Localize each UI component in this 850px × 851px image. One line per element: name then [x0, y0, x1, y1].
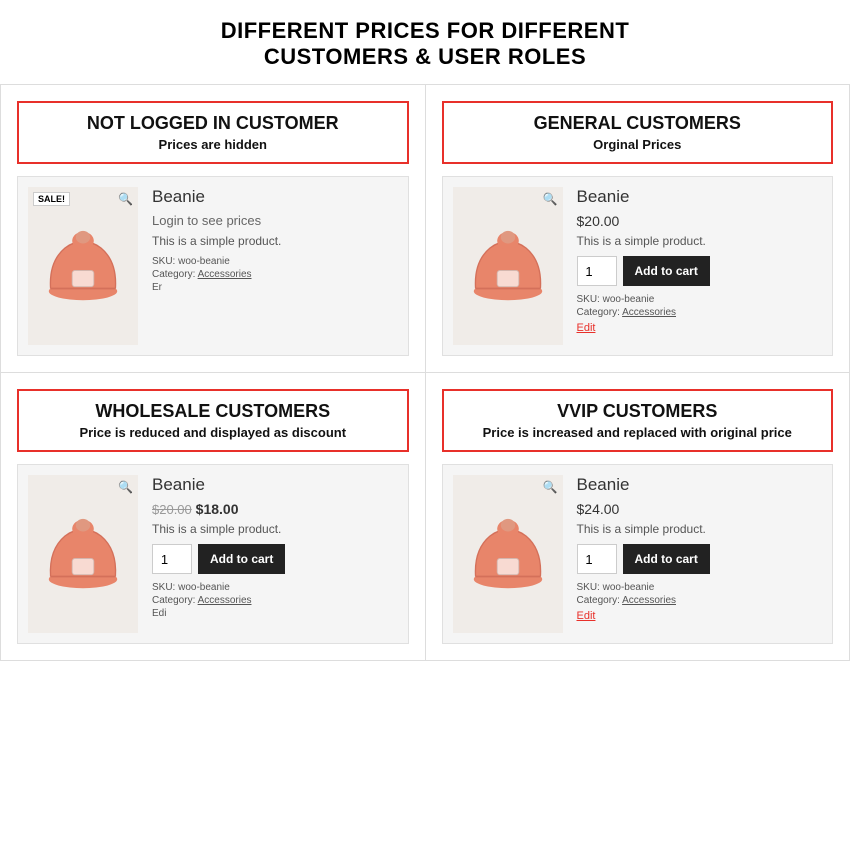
product-card-vvip: 🔍 Beanie $24.00 This is a simple product…	[442, 464, 834, 644]
role-title-general-customers: GENERAL CUSTOMERS	[458, 113, 818, 134]
beanie-image-vvip	[463, 509, 553, 599]
add-to-cart-vvip[interactable]: Add to cart	[623, 544, 710, 574]
price-general: $20.00	[577, 213, 823, 229]
role-sub-wholesale: Price is reduced and displayed as discou…	[33, 425, 393, 440]
zoom-icon[interactable]: 🔍	[118, 192, 133, 206]
product-description-not-logged-in: This is a simple product.	[152, 234, 398, 248]
product-name-vvip: Beanie	[577, 475, 823, 495]
beanie-image-general	[463, 221, 553, 311]
product-image-vvip: 🔍	[453, 475, 563, 633]
product-info-general-customers: Beanie $20.00 This is a simple product. …	[577, 187, 823, 345]
add-to-cart-row-vvip: Add to cart	[577, 544, 823, 574]
add-to-cart-row-general: Add to cart	[577, 256, 823, 286]
label-box-not-logged-in: NOT LOGGED IN CUSTOMER Prices are hidden	[17, 101, 409, 164]
add-to-cart-general[interactable]: Add to cart	[623, 256, 710, 286]
beanie-image-wholesale	[38, 509, 128, 599]
role-sub-general-customers: Orginal Prices	[458, 137, 818, 152]
cell-not-logged-in: NOT LOGGED IN CUSTOMER Prices are hidden…	[1, 85, 426, 373]
edit-link-vvip[interactable]: Edit	[577, 610, 823, 622]
role-sub-vvip: Price is increased and replaced with ori…	[458, 425, 818, 440]
label-box-wholesale-customers: WHOLESALE CUSTOMERS Price is reduced and…	[17, 389, 409, 452]
extra-wholesale: Edi	[152, 608, 398, 619]
zoom-icon-vvip[interactable]: 🔍	[543, 480, 558, 494]
category-wholesale: Category: Accessories	[152, 595, 398, 606]
role-title-vvip: VVIP CUSTOMERS	[458, 401, 818, 422]
product-grid: NOT LOGGED IN CUSTOMER Prices are hidden…	[0, 84, 850, 661]
product-image-wholesale: 🔍	[28, 475, 138, 633]
sale-badge: SALE!	[33, 192, 70, 206]
extra-not-logged-in: Er	[152, 282, 398, 293]
product-name-wholesale: Beanie	[152, 475, 398, 495]
beanie-image	[38, 221, 128, 311]
quantity-general[interactable]	[577, 256, 617, 286]
category-general: Category: Accessories	[577, 307, 823, 318]
product-card-wholesale: 🔍 Beanie $20.00 $18.00 This is a si	[17, 464, 409, 644]
role-title-wholesale: WHOLESALE CUSTOMERS	[33, 401, 393, 422]
price-wholesale: $20.00 $18.00	[152, 501, 398, 517]
add-to-cart-wholesale[interactable]: Add to cart	[198, 544, 285, 574]
page-title: DIFFERENT PRICES FOR DIFFERENTCUSTOMERS …	[0, 0, 850, 84]
category-vvip: Category: Accessories	[577, 595, 823, 606]
quantity-vvip[interactable]	[577, 544, 617, 574]
product-image-not-logged-in: 🔍 SALE!	[28, 187, 138, 345]
zoom-icon-wholesale[interactable]: 🔍	[118, 480, 133, 494]
product-description-vvip: This is a simple product.	[577, 522, 823, 536]
add-to-cart-row-wholesale: Add to cart	[152, 544, 398, 574]
original-price-wholesale: $20.00	[152, 502, 192, 517]
product-description-wholesale: This is a simple product.	[152, 522, 398, 536]
login-message: Login to see prices	[152, 213, 398, 228]
label-box-vvip: VVIP CUSTOMERS Price is increased and re…	[442, 389, 834, 452]
zoom-icon-general[interactable]: 🔍	[543, 192, 558, 206]
product-name-general: Beanie	[577, 187, 823, 207]
cell-vvip-customers: VVIP CUSTOMERS Price is increased and re…	[426, 373, 850, 661]
product-image-general-customers: 🔍	[453, 187, 563, 345]
sku-wholesale: SKU: woo-beanie	[152, 582, 398, 593]
product-info-not-logged-in: Beanie Login to see prices This is a sim…	[152, 187, 398, 345]
product-card-not-logged-in: 🔍 SALE! Beanie Login to see prices This …	[17, 176, 409, 356]
sku-vvip: SKU: woo-beanie	[577, 582, 823, 593]
cell-wholesale-customers: WHOLESALE CUSTOMERS Price is reduced and…	[1, 373, 426, 661]
sale-price-wholesale: $18.00	[196, 501, 239, 517]
sku-general: SKU: woo-beanie	[577, 294, 823, 305]
edit-link-general[interactable]: Edit	[577, 322, 823, 334]
label-box-general-customers: GENERAL CUSTOMERS Orginal Prices	[442, 101, 834, 164]
role-sub-not-logged-in: Prices are hidden	[33, 137, 393, 152]
role-title-not-logged-in: NOT LOGGED IN CUSTOMER	[33, 113, 393, 134]
category-not-logged-in: Category: Accessories	[152, 269, 398, 280]
product-info-vvip: Beanie $24.00 This is a simple product. …	[577, 475, 823, 633]
price-vvip: $24.00	[577, 501, 823, 517]
product-name-not-logged-in: Beanie	[152, 187, 398, 207]
cell-general-customers: GENERAL CUSTOMERS Orginal Prices 🔍 Beani…	[426, 85, 850, 373]
product-info-wholesale: Beanie $20.00 $18.00 This is a simple pr…	[152, 475, 398, 633]
product-description-general: This is a simple product.	[577, 234, 823, 248]
product-card-general-customers: 🔍 Beanie $20.00 This is a simple product…	[442, 176, 834, 356]
quantity-wholesale[interactable]	[152, 544, 192, 574]
sku-not-logged-in: SKU: woo-beanie	[152, 256, 398, 267]
